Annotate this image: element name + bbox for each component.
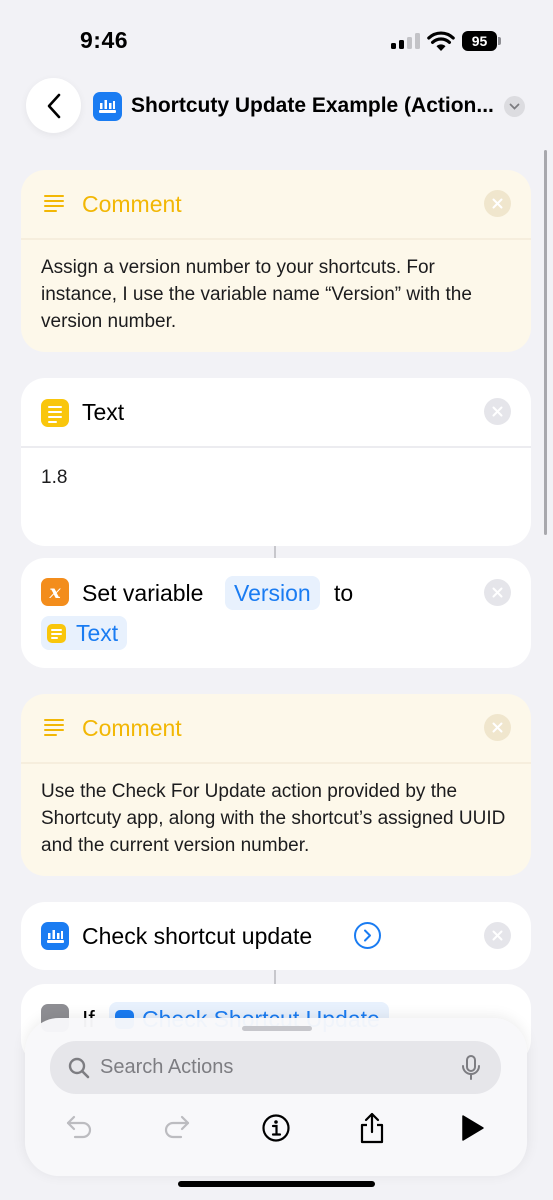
text-icon <box>47 624 66 643</box>
close-icon <box>492 198 503 209</box>
info-button[interactable] <box>258 1110 294 1146</box>
close-icon <box>492 406 503 417</box>
remove-action-button[interactable] <box>484 579 511 606</box>
close-icon <box>492 587 503 598</box>
variable-name-token[interactable]: Version <box>225 576 320 610</box>
set-variable-action[interactable]: x Set variable Version to Text <box>21 558 531 668</box>
expand-chevron-button[interactable] <box>354 922 381 949</box>
chevron-right-icon <box>364 929 371 942</box>
run-button[interactable] <box>454 1110 490 1146</box>
battery-level: 95 <box>462 31 497 51</box>
redo-icon <box>164 1115 190 1139</box>
action-title: Comment <box>82 715 182 741</box>
action-title: Check shortcut update <box>82 923 313 949</box>
search-input[interactable] <box>100 1041 450 1094</box>
action-connector <box>274 970 276 984</box>
home-indicator <box>178 1181 375 1187</box>
play-icon <box>462 1115 484 1141</box>
microphone-icon[interactable] <box>458 1054 484 1082</box>
wifi-icon <box>427 31 455 51</box>
text-icon <box>41 399 69 427</box>
token-label: Text <box>76 620 119 646</box>
comment-text[interactable]: Use the Check For Update action provided… <box>21 764 531 859</box>
variable-icon: x <box>41 578 69 606</box>
remove-action-button[interactable] <box>484 190 511 217</box>
text-value[interactable]: 1.8 <box>21 448 531 491</box>
battery-icon: 95 <box>462 31 502 51</box>
status-bar: 9:46 95 <box>0 0 553 70</box>
share-button[interactable] <box>354 1110 390 1146</box>
comment-action[interactable]: Comment Use the Check For Update action … <box>21 694 531 876</box>
comment-icon <box>44 719 64 736</box>
undo-button[interactable] <box>62 1110 98 1146</box>
cellular-signal-icon <box>391 33 421 49</box>
shortcuty-app-icon <box>41 922 69 950</box>
shortcut-title[interactable]: Shortcuty Update Example (Action... <box>131 92 494 120</box>
action-connector <box>274 546 276 558</box>
chevron-down-icon <box>509 103 520 110</box>
close-icon <box>492 930 503 941</box>
comment-icon <box>44 195 64 212</box>
remove-action-button[interactable] <box>484 714 511 741</box>
search-bar[interactable] <box>50 1041 501 1094</box>
redo-button[interactable] <box>158 1110 194 1146</box>
status-time: 9:46 <box>80 27 129 53</box>
title-menu-button[interactable] <box>504 96 525 117</box>
scroll-indicator[interactable] <box>544 150 547 535</box>
text-action[interactable]: Text 1.8 <box>21 378 531 546</box>
check-shortcut-update-action[interactable]: Check shortcut update <box>21 902 531 970</box>
undo-icon <box>66 1115 92 1139</box>
share-icon <box>360 1112 384 1144</box>
action-title: Comment <box>82 191 182 217</box>
actions-panel <box>25 1018 527 1176</box>
shortcuty-app-icon <box>93 92 122 121</box>
remove-action-button[interactable] <box>484 398 511 425</box>
info-icon <box>262 1114 290 1142</box>
comment-action[interactable]: Comment Assign a version number to your … <box>21 170 531 352</box>
comment-text[interactable]: Assign a version number to your shortcut… <box>21 240 531 335</box>
back-button[interactable] <box>26 78 81 133</box>
panel-grabber[interactable] <box>242 1026 312 1031</box>
to-label: to <box>334 580 354 606</box>
action-title: Text <box>82 399 125 425</box>
remove-action-button[interactable] <box>484 922 511 949</box>
set-variable-label: Set variable <box>82 580 204 606</box>
search-icon <box>68 1057 90 1079</box>
text-variable-token[interactable]: Text <box>41 616 128 650</box>
close-icon <box>492 722 503 733</box>
chevron-left-icon <box>47 93 60 118</box>
